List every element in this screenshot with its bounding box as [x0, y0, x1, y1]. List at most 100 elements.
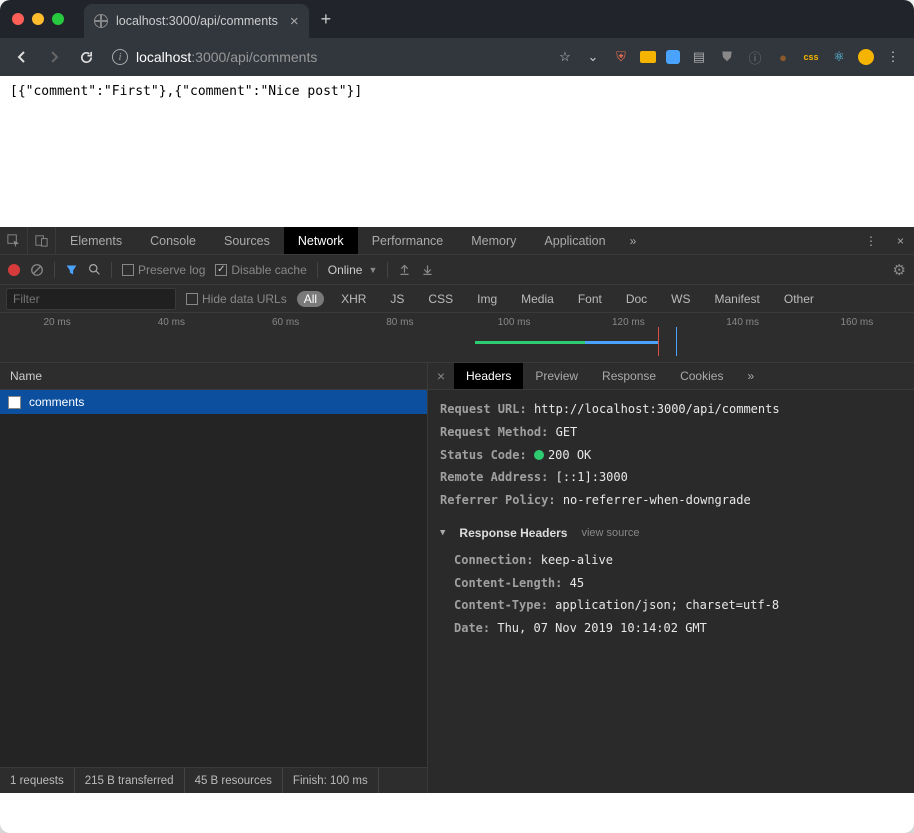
tab-title: localhost:3000/api/comments: [116, 14, 278, 28]
detail-tab-headers[interactable]: Headers: [454, 363, 523, 389]
request-name: comments: [29, 395, 84, 409]
request-url-key: Request URL:: [440, 402, 527, 416]
download-har-icon[interactable]: [421, 263, 434, 276]
filter-xhr[interactable]: XHR: [334, 291, 373, 307]
more-tabs-icon[interactable]: »: [620, 227, 647, 254]
close-detail-icon[interactable]: ×: [428, 368, 454, 384]
upload-har-icon[interactable]: [398, 263, 411, 276]
connection-value: keep-alive: [541, 553, 613, 567]
tab-console[interactable]: Console: [136, 227, 210, 254]
extension-ghost-icon[interactable]: [666, 50, 680, 64]
device-toggle-icon[interactable]: [28, 227, 56, 254]
tab-elements[interactable]: Elements: [56, 227, 136, 254]
detail-tab-preview[interactable]: Preview: [523, 363, 590, 389]
tab-network[interactable]: Network: [284, 227, 358, 254]
request-row[interactable]: comments: [0, 390, 427, 414]
extension-yellow-icon[interactable]: [640, 51, 656, 63]
pocket-icon[interactable]: ⌄: [584, 48, 602, 66]
star-icon[interactable]: ☆: [556, 48, 574, 66]
shield-icon[interactable]: ⛨: [612, 48, 630, 66]
settings-gear-icon[interactable]: ⚙: [893, 261, 906, 279]
timeline-tick: 60 ms: [229, 317, 343, 328]
react-icon[interactable]: ⚛: [830, 48, 848, 66]
content-length-key: Content-Length:: [454, 576, 562, 590]
request-detail: × Headers Preview Response Cookies » Req…: [428, 363, 914, 793]
timeline-bar: [585, 341, 658, 344]
disable-cache-checkbox[interactable]: Disable cache: [215, 263, 306, 277]
detail-tabs: × Headers Preview Response Cookies »: [428, 363, 914, 390]
timeline-marker: [658, 327, 659, 356]
status-code-key: Status Code:: [440, 448, 527, 462]
timeline-tick: 80 ms: [343, 317, 457, 328]
filter-ws[interactable]: WS: [664, 291, 697, 307]
status-resources: 45 B resources: [185, 768, 283, 793]
status-bar: 1 requests 215 B transferred 45 B resour…: [0, 767, 427, 793]
clear-button[interactable]: [30, 263, 44, 277]
view-source-link[interactable]: view source: [581, 523, 639, 544]
filter-icon[interactable]: [65, 263, 78, 276]
forward-button[interactable]: [40, 43, 68, 71]
timeline-bar: [475, 341, 585, 344]
filter-js[interactable]: JS: [383, 291, 411, 307]
column-header-name[interactable]: Name: [0, 363, 427, 390]
ublock-icon[interactable]: ⛊: [718, 48, 736, 66]
filter-doc[interactable]: Doc: [619, 291, 654, 307]
info-icon[interactable]: ⓘ: [746, 48, 764, 66]
remote-address-value: [::1]:3000: [556, 470, 628, 484]
inspect-element-icon[interactable]: [0, 227, 28, 254]
record-button[interactable]: [8, 264, 20, 276]
timeline-tick: 140 ms: [686, 317, 800, 328]
throttling-select[interactable]: Online ▼: [328, 263, 378, 277]
detail-tab-cookies[interactable]: Cookies: [668, 363, 735, 389]
minimize-window-button[interactable]: [32, 13, 44, 25]
filter-img[interactable]: Img: [470, 291, 504, 307]
devtools-menu-icon[interactable]: ⋮: [855, 227, 887, 254]
filter-media[interactable]: Media: [514, 291, 561, 307]
detail-tab-response[interactable]: Response: [590, 363, 668, 389]
extension-card-icon[interactable]: ▤: [690, 48, 708, 66]
back-button[interactable]: [8, 43, 36, 71]
filter-manifest[interactable]: Manifest: [708, 291, 767, 307]
timeline-overview[interactable]: 20 ms 40 ms 60 ms 80 ms 100 ms 120 ms 14…: [0, 313, 914, 363]
filter-all[interactable]: All: [297, 291, 324, 307]
browser-tab[interactable]: localhost:3000/api/comments ×: [84, 4, 309, 38]
hide-data-urls-checkbox[interactable]: Hide data URLs: [186, 292, 287, 306]
preserve-log-checkbox[interactable]: Preserve log: [122, 263, 205, 277]
maximize-window-button[interactable]: [52, 13, 64, 25]
css-icon[interactable]: css: [802, 48, 820, 66]
tab-performance[interactable]: Performance: [358, 227, 458, 254]
headers-body: Request URL: http://localhost:3000/api/c…: [428, 390, 914, 793]
site-info-icon[interactable]: i: [112, 49, 128, 65]
avatar-icon[interactable]: [858, 49, 874, 65]
connection-key: Connection:: [454, 553, 533, 567]
reload-button[interactable]: [72, 43, 100, 71]
menu-icon[interactable]: ⋮: [884, 48, 902, 66]
close-window-button[interactable]: [12, 13, 24, 25]
tab-application[interactable]: Application: [530, 227, 619, 254]
search-icon[interactable]: [88, 263, 101, 276]
filter-font[interactable]: Font: [571, 291, 609, 307]
content-type-key: Content-Type:: [454, 598, 548, 612]
cookie-icon[interactable]: ●: [774, 48, 792, 66]
response-headers-title: Response Headers: [459, 522, 567, 545]
traffic-lights: [12, 13, 64, 25]
close-tab-icon[interactable]: ×: [290, 13, 299, 30]
status-finish: Finish: 100 ms: [283, 768, 379, 793]
address-bar[interactable]: i localhost:3000/api/comments: [104, 49, 325, 65]
timeline-tick: 160 ms: [800, 317, 914, 328]
date-key: Date:: [454, 621, 490, 635]
request-url-value: http://localhost:3000/api/comments: [534, 402, 780, 416]
tab-sources[interactable]: Sources: [210, 227, 284, 254]
new-tab-button[interactable]: +: [321, 9, 332, 30]
devtools-close-icon[interactable]: ×: [887, 227, 914, 254]
filter-css[interactable]: CSS: [421, 291, 460, 307]
filter-other[interactable]: Other: [777, 291, 821, 307]
more-tabs-icon[interactable]: »: [735, 363, 766, 389]
timeline-tick: 20 ms: [0, 317, 114, 328]
disable-cache-label: Disable cache: [231, 263, 306, 277]
page-content: [{"comment":"First"},{"comment":"Nice po…: [0, 76, 914, 227]
extension-icons: ☆ ⌄ ⛨ ▤ ⛊ ⓘ ● css ⚛ ⋮: [556, 48, 906, 66]
response-headers-section[interactable]: ▼ Response Headers view source: [440, 522, 902, 545]
tab-memory[interactable]: Memory: [457, 227, 530, 254]
filter-input[interactable]: [6, 288, 176, 310]
